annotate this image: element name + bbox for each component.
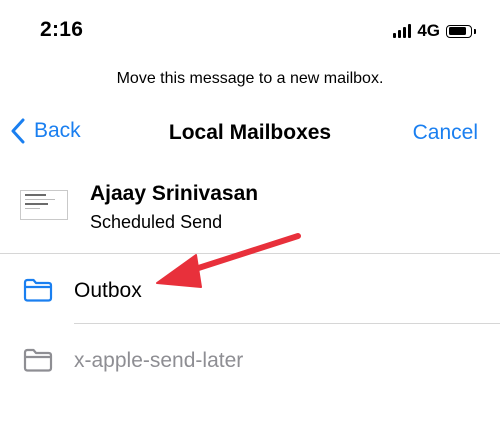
folder-icon: [23, 278, 53, 302]
battery-icon: [446, 24, 476, 38]
cellular-signal-icon: [393, 24, 412, 38]
message-subject: Scheduled Send: [90, 212, 223, 232]
chevron-left-icon: [11, 118, 25, 144]
divider: [74, 323, 500, 324]
message-preview: Ajaay Srinivasan Scheduled Send: [0, 176, 500, 252]
network-type: 4G: [417, 21, 440, 40]
cancel-button[interactable]: Cancel: [413, 121, 478, 145]
message-thumbnail: [20, 190, 68, 220]
status-bar: 2:16 4G: [0, 0, 500, 60]
divider: [0, 253, 500, 254]
battery-level: [448, 27, 466, 35]
move-message-screen: 2:16 4G Move this message to a new mailb…: [0, 0, 500, 442]
back-button[interactable]: Back: [10, 118, 81, 144]
status-time: 2:16: [40, 18, 84, 41]
message-sender: Ajaay Srinivasan: [90, 182, 259, 205]
mailbox-label: x-apple-send-later: [74, 349, 244, 372]
move-prompt: Move this message to a new mailbox.: [116, 70, 384, 87]
mailbox-label: Outbox: [74, 279, 142, 302]
navigation-bar: Back Local Mailboxes Cancel: [0, 112, 500, 156]
status-indicators: 4G: [393, 20, 476, 42]
battery-cap: [473, 28, 476, 34]
mailbox-row-outbox[interactable]: Outbox: [0, 256, 500, 324]
mailbox-row-send-later: x-apple-send-later: [0, 326, 500, 394]
folder-icon: [23, 348, 53, 372]
back-button-label: Back: [34, 119, 81, 142]
